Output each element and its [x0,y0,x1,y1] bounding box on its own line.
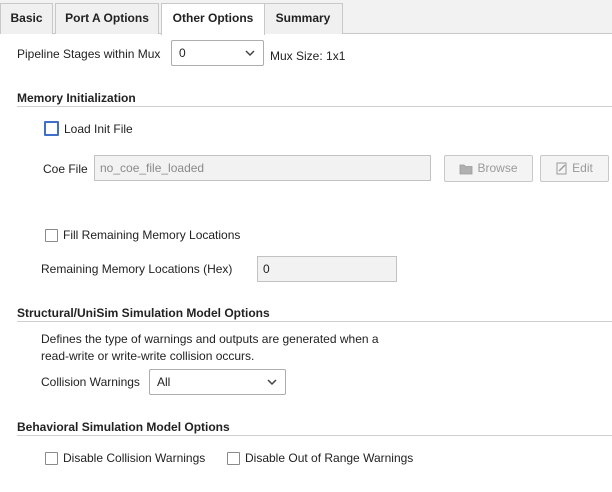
disable-collision-warnings-label: Disable Collision Warnings [63,451,206,465]
edit-icon [556,162,567,175]
chevron-down-icon [245,50,255,57]
disable-out-of-range-label: Disable Out of Range Warnings [245,451,414,465]
disable-collision-warnings-checkbox[interactable] [45,452,58,465]
section-separator [17,435,612,436]
disable-out-of-range-checkbox[interactable] [227,452,240,465]
coe-file-label: Coe File [43,162,88,176]
mux-size-label: Mux Size: 1x1 [270,49,346,63]
tab-bar: Basic Port A Options Other Options Summa… [0,0,612,35]
tab-basic[interactable]: Basic [0,3,53,34]
load-init-file-label: Load Init File [64,122,133,136]
pipeline-stages-value: 0 [179,46,186,60]
memory-initialization-title: Memory Initialization [17,91,136,105]
folder-icon [460,164,473,175]
pipeline-stages-select[interactable]: 0 [171,40,264,66]
section-separator [17,321,612,322]
collision-warnings-value: All [157,375,171,389]
structural-options-title: Structural/UniSim Simulation Model Optio… [17,306,270,320]
remaining-memory-field[interactable]: 0 [257,256,397,282]
collision-warnings-label: Collision Warnings [41,375,140,389]
edit-button-label: Edit [572,161,593,175]
collision-warnings-select[interactable]: All [149,369,286,395]
pipeline-stages-label: Pipeline Stages within Mux [17,47,161,61]
section-separator [17,106,612,107]
load-init-file-checkbox[interactable] [44,121,59,136]
tab-other-options[interactable]: Other Options [161,3,265,35]
structural-description-line2: read-write or write-write collision occu… [41,349,255,363]
chevron-down-icon [267,379,277,386]
tab-port-a-options[interactable]: Port A Options [55,3,159,34]
behavioral-options-title: Behavioral Simulation Model Options [17,420,230,434]
tab-summary[interactable]: Summary [263,3,343,34]
structural-description-line1: Defines the type of warnings and outputs… [41,332,379,346]
fill-remaining-checkbox[interactable] [45,229,58,242]
coe-file-field[interactable]: no_coe_file_loaded [94,155,431,181]
edit-button[interactable]: Edit [540,155,609,182]
fill-remaining-label: Fill Remaining Memory Locations [63,228,241,242]
remaining-memory-label: Remaining Memory Locations (Hex) [41,262,233,276]
browse-button-label: Browse [477,161,518,175]
browse-button[interactable]: Browse [444,155,533,182]
